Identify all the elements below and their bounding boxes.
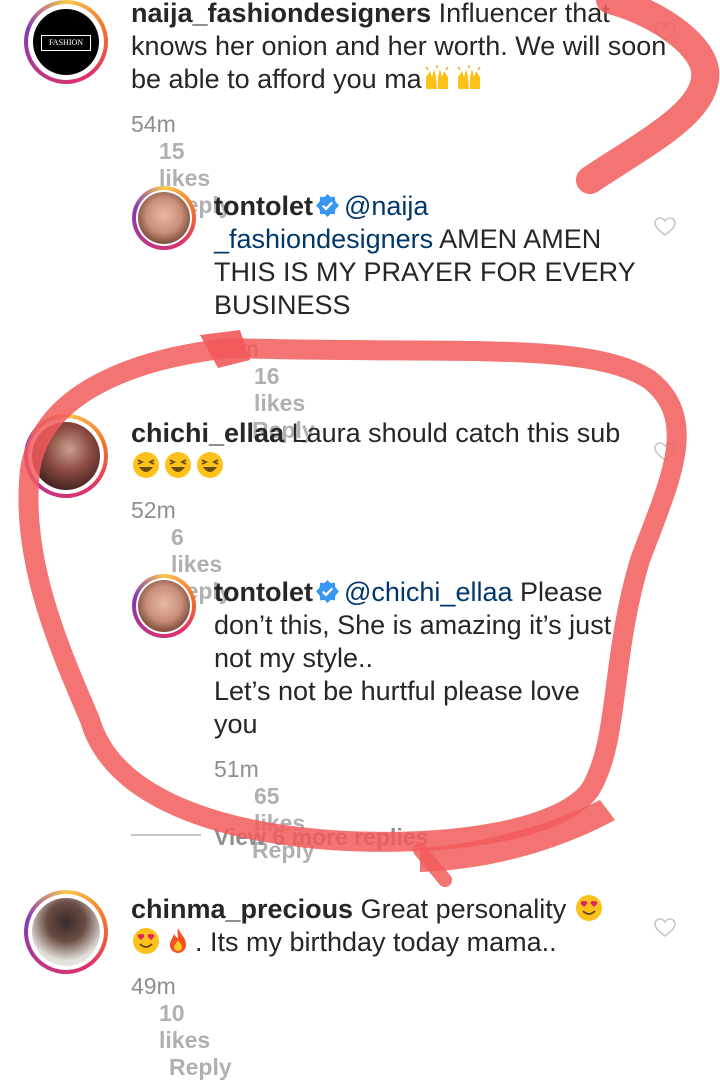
avatar[interactable] <box>24 414 108 498</box>
timestamp: 51m <box>214 336 259 362</box>
comment-text-line: Let’s not be hurtful please love <box>214 676 580 706</box>
heart-eyes-emoji <box>133 928 159 954</box>
avatar[interactable] <box>24 890 108 974</box>
comment-body: chinma_precious Great personality . Its … <box>131 893 651 959</box>
verified-badge-icon <box>316 194 339 217</box>
comment-body: tontolet @naija _fashiondesigners AMEN AM… <box>214 190 654 322</box>
comment-body: chichi_ellaa Laura should catch this sub <box>131 417 651 483</box>
username[interactable]: tontolet <box>214 577 313 607</box>
verified-badge-icon <box>316 580 339 603</box>
comment-text-line: Please <box>520 577 603 607</box>
timestamp: 49m <box>131 973 176 999</box>
comment-text-line: don’t this, She is amazing it’s just <box>214 610 612 640</box>
comment-body: naija_fashiondesigners Influencer that k… <box>131 0 691 96</box>
avatar[interactable] <box>132 186 196 250</box>
username[interactable]: tontolet <box>214 191 313 221</box>
comment-meta: 49m 10 likes Reply <box>131 973 232 1081</box>
comment-text-line: you <box>214 709 258 739</box>
heart-outline-icon[interactable] <box>654 918 676 938</box>
likes-count[interactable]: 16 likes <box>254 363 315 417</box>
avatar[interactable] <box>132 574 196 638</box>
comment-body: tontolet @chichi_ellaa Please don’t this,… <box>214 576 654 741</box>
divider <box>131 834 201 836</box>
heart-outline-icon[interactable] <box>654 22 676 42</box>
annotation-overlay <box>18 0 720 887</box>
avatar[interactable]: FASHION <box>24 0 108 84</box>
likes-count[interactable]: 6 likes <box>171 524 232 578</box>
reply-button[interactable]: Reply <box>169 1054 232 1081</box>
annotation-arrow-head <box>420 800 615 872</box>
timestamp: 54m <box>131 111 176 137</box>
timestamp: 52m <box>131 497 176 523</box>
likes-count[interactable]: 15 likes <box>159 138 232 192</box>
mention-link[interactable]: @chichi_ellaa <box>344 577 513 607</box>
laughing-emoji <box>133 452 159 478</box>
laughing-emoji <box>197 452 223 478</box>
heart-outline-icon[interactable] <box>654 217 676 237</box>
username[interactable]: naija_fashiondesigners <box>131 0 431 28</box>
comment-text-line: not my style.. <box>214 643 374 673</box>
annotation-arrow-tail <box>413 843 452 887</box>
heart-outline-icon[interactable] <box>654 442 676 462</box>
heart-eyes-emoji <box>575 895 602 921</box>
likes-count[interactable]: 10 likes <box>159 1000 232 1054</box>
laughing-emoji <box>165 452 191 478</box>
fire-emoji <box>170 928 186 953</box>
timestamp: 51m <box>214 756 259 782</box>
avatar-logo-text: FASHION <box>41 35 91 51</box>
raising-hands-emoji <box>425 65 449 89</box>
username[interactable]: chichi_ellaa <box>131 418 284 448</box>
username[interactable]: chinma_precious <box>131 894 353 924</box>
comment-text-line: Great personality <box>360 894 567 924</box>
comment-text-line: . Its my birthday today mama.. <box>195 927 557 957</box>
comment-text: Laura should catch this sub <box>291 418 621 448</box>
raising-hands-emoji <box>457 65 481 89</box>
view-more-replies-button[interactable]: View 6 more replies <box>214 824 428 851</box>
